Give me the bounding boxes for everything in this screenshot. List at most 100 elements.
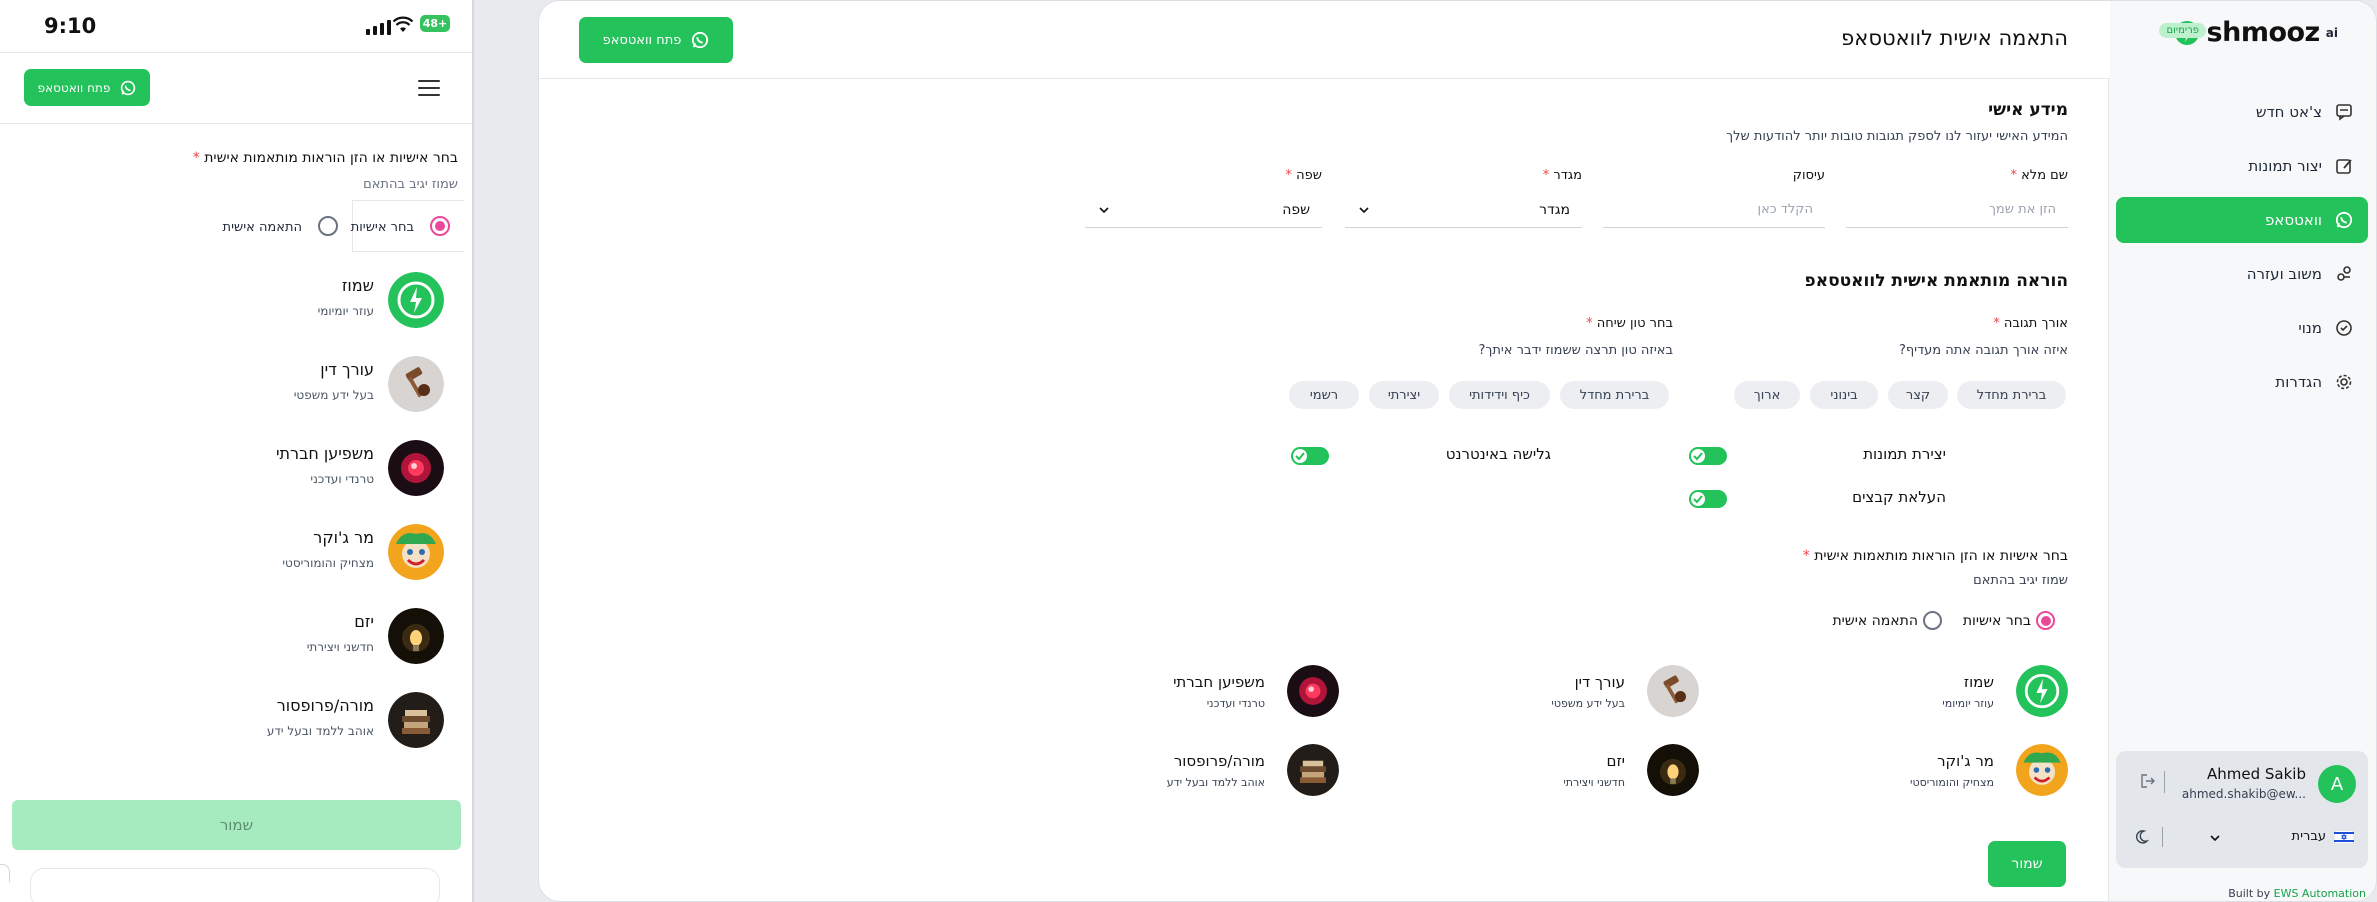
radio-select-persona[interactable]: .radio.on::after{width:10px;height:10px} (430, 216, 450, 236)
persona-section-label: בחר אישיות או הזן הוראות מותאמות אישית * (1802, 548, 2068, 564)
radio-custom-label: התאמה אישית (222, 220, 302, 235)
tone-question: באיזה טון תרצה ששמוז ידבר איתך? (1478, 343, 1673, 358)
persona-description: חדשני ויצירתי (306, 640, 374, 654)
persona-option[interactable]: שמוז עוזר יומיומי (0, 258, 472, 342)
tone-option-creative[interactable]: יצירתי (1369, 381, 1439, 409)
sidebar-item-label: וואטסאפ (2264, 211, 2322, 229)
persona-description: טרנדי ועדכני (1206, 697, 1265, 710)
feedback-icon (2334, 264, 2354, 284)
persona-name: יזם (354, 612, 374, 631)
length-option-default[interactable]: ברירת מחדל (1957, 381, 2066, 409)
sidebar-item-label: הגדרות (2275, 373, 2322, 391)
image-generation-toggle[interactable] (1689, 447, 1727, 465)
persona-name: מר ג'וקר (1937, 752, 1994, 770)
sidebar-item-whatsapp[interactable]: וואטסאפ (2116, 197, 2368, 243)
main-content: מידע אישי המידע האישי יעזור לנו לספק תגו… (539, 79, 2110, 901)
open-whatsapp-button[interactable]: פתח וואטסאפ (579, 17, 733, 63)
sidebar-item-new-chat[interactable]: צ'אט חדש (2116, 89, 2368, 135)
language-select[interactable]: שפה (1085, 192, 1322, 228)
persona-name: שמוז (1963, 673, 1994, 691)
persona-description: עוזר יומיומי (317, 304, 374, 318)
persona-option[interactable]: עורך דין בעל ידע משפטי (0, 342, 472, 426)
persona-description: חדשני ויצירתי (1563, 776, 1625, 789)
tone-option-friendly[interactable]: כיף וידידותי (1449, 381, 1550, 409)
tone-option-default[interactable]: ברירת מחדל (1560, 381, 1669, 409)
logo-ai: ai (2325, 25, 2338, 40)
persona-description: בעל ידע משפטי (1551, 697, 1625, 710)
persona-description: אוהב ללמד ובעל ידע (266, 724, 374, 738)
file-upload-label: העלאת קבצים (1852, 488, 1946, 506)
gender-select[interactable]: מגדר (1345, 192, 1582, 228)
web-browsing-toggle[interactable] (1291, 447, 1329, 465)
persona-section-hint: שמוז יגיב בהתאם (363, 177, 458, 192)
save-button[interactable]: שמור (12, 800, 461, 850)
radio-select-persona[interactable] (2036, 611, 2055, 630)
persona-name: מורה/פרופסור (276, 696, 374, 715)
gear-icon (2334, 372, 2354, 392)
persona-avatar (1287, 665, 1339, 717)
persona-name: משפיען חברתי (275, 444, 374, 463)
persona-name: עורך דין (1574, 673, 1625, 691)
built-by-link[interactable]: EWS Automation (2274, 887, 2366, 900)
radio-custom[interactable] (318, 216, 338, 236)
persona-option[interactable]: מר ג'וקר מצחיק והומוריסטי (0, 510, 472, 594)
length-option-medium[interactable]: בינוני (1810, 381, 1878, 409)
open-whatsapp-button[interactable]: פתח וואטסאפ (24, 69, 150, 106)
hamburger-menu-icon[interactable] (418, 80, 440, 98)
radio-select-persona-label: בחר אישיות (350, 220, 414, 235)
open-whatsapp-label: פתח וואטסאפ (602, 32, 682, 48)
persona-option[interactable]: משפיען חברתי טרנדי ועדכני (0, 426, 472, 510)
persona-description: אוהב ללמד ובעל ידע (1166, 776, 1265, 789)
sidebar-item-subscription[interactable]: מנוי (2116, 305, 2368, 351)
save-button[interactable]: שמור (1988, 841, 2066, 887)
page-title: התאמה אישית לוואטסאפ (1841, 26, 2068, 50)
persona-option[interactable]: עורך דין בעל ידע משפטי (1439, 665, 1699, 725)
status-bar: 9:10 48+ (0, 0, 472, 52)
built-by-footer: Built by EWS Automation (2228, 887, 2366, 900)
gender-value: מגדר (1539, 201, 1570, 218)
length-option-long[interactable]: ארוך (1734, 381, 1800, 409)
mobile-bottom-bar (30, 868, 440, 902)
full-name-input[interactable]: הזן את שמך (1846, 192, 2068, 228)
chevron-down-icon (1099, 206, 1109, 213)
tone-option-formal[interactable]: רשמי (1289, 381, 1359, 409)
desktop-app: shmooz ai פרימיום צ'אט חדש יצור תמונות וו… (538, 0, 2377, 902)
chevron-down-icon[interactable] (2208, 831, 2222, 845)
logout-icon[interactable] (2140, 773, 2156, 789)
sidebar-item-create-images[interactable]: יצור תמונות (2116, 143, 2368, 189)
persona-option[interactable]: יזם חדשני ויצירתי (0, 594, 472, 678)
divider (2162, 827, 2163, 847)
persona-option[interactable]: מר ג'וקר מצחיק והומוריסטי (1808, 744, 2068, 804)
persona-avatar (388, 272, 444, 328)
file-upload-toggle[interactable] (1689, 490, 1727, 508)
occupation-input[interactable]: הקלד כאן (1603, 192, 1825, 228)
israel-flag-icon (2334, 829, 2354, 844)
persona-avatar (388, 692, 444, 748)
sidebar-item-label: צ'אט חדש (2255, 103, 2322, 121)
sidebar-item-settings[interactable]: הגדרות (2116, 359, 2368, 405)
persona-option[interactable]: משפיען חברתי טרנדי ועדכני (1079, 665, 1339, 725)
radio-custom[interactable] (1923, 611, 1942, 630)
avatar[interactable]: A (2318, 765, 2356, 803)
persona-option[interactable]: מורה/פרופסור אוהב ללמד ובעל ידע (0, 678, 472, 762)
personal-info-heading: מידע אישי (1988, 100, 2068, 120)
persona-option[interactable]: מורה/פרופסור אוהב ללמד ובעל ידע (1079, 744, 1339, 804)
persona-option[interactable]: שמוז עוזר יומיומי (1808, 665, 2068, 725)
whatsapp-icon (692, 31, 709, 49)
language-value: שפה (1282, 201, 1310, 218)
personal-info-description: המידע האישי יעזור לנו לספק תגובות טובות … (1726, 129, 2068, 144)
response-length-label: אורך תגובה * (1993, 316, 2068, 331)
radio-select-persona-label: בחר אישיות (1962, 613, 2031, 629)
language-select[interactable]: עברית (2292, 829, 2354, 844)
persona-name: משפיען חברתי (1173, 673, 1265, 691)
persona-description: מצחיק והומוריסטי (282, 556, 374, 570)
chevron-down-icon (1359, 206, 1369, 213)
sidebar-item-feedback[interactable]: משוב ועזרה (2116, 251, 2368, 297)
persona-option[interactable]: יזם חדשני ויצירתי (1439, 744, 1699, 804)
signal-icon (366, 20, 391, 35)
moon-icon[interactable] (2136, 829, 2152, 845)
mobile-header: פתח וואטסאפ (0, 52, 472, 124)
sidebar: shmooz ai פרימיום צ'אט חדש יצור תמונות וו… (2108, 1, 2376, 901)
length-option-short[interactable]: קצר (1888, 381, 1948, 409)
logo-text: shmooz (2206, 17, 2321, 48)
